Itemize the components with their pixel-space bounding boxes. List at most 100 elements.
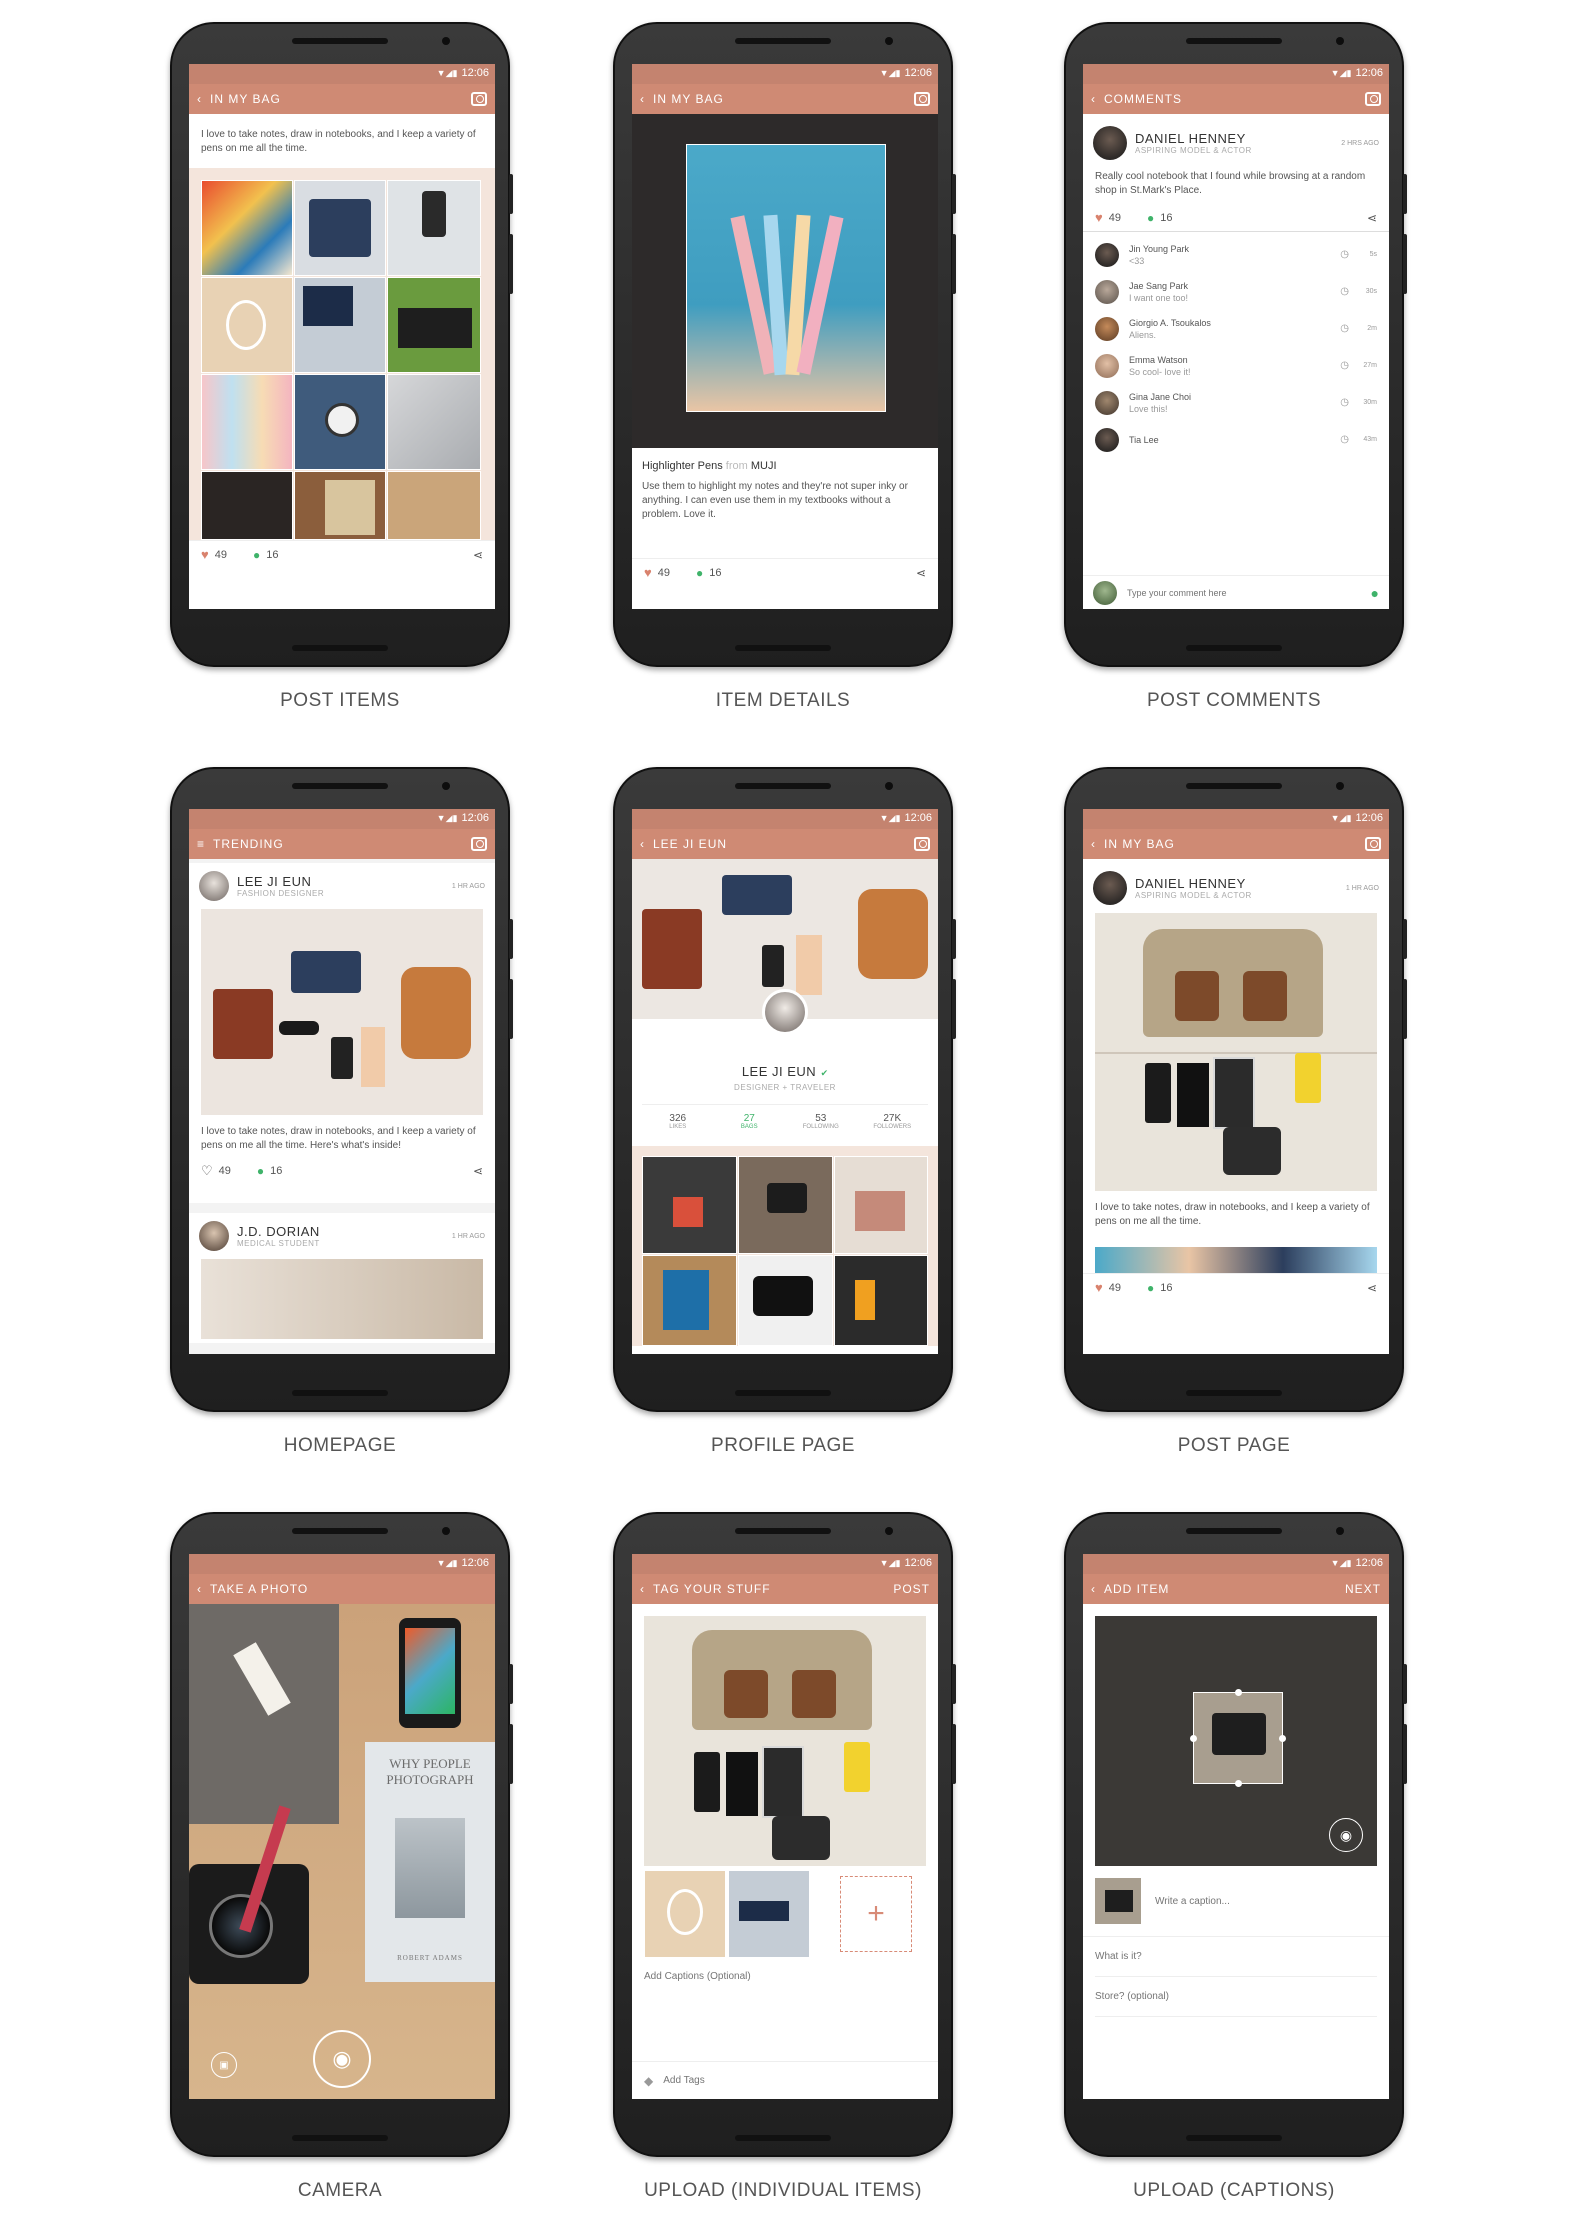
post-author[interactable]: LEE JI EUN FASHION DESIGNER 1 HR AGO: [189, 863, 495, 909]
commenter-name[interactable]: Jae Sang Park: [1129, 280, 1340, 292]
item-tile[interactable]: [387, 374, 481, 470]
bag-tile[interactable]: [834, 1255, 928, 1346]
retake-camera-icon[interactable]: ◉: [1329, 1818, 1363, 1852]
back-icon[interactable]: ‹: [1091, 837, 1096, 851]
stat-followers[interactable]: 27K FOLLOWERS: [857, 1113, 929, 1130]
heart-icon[interactable]: ♥: [1095, 1280, 1103, 1295]
share-icon[interactable]: ⋖: [1367, 1281, 1377, 1295]
post-author[interactable]: J.D. DORIAN MEDICAL STUDENT 1 HR AGO: [189, 1213, 495, 1259]
store-input[interactable]: [1095, 1977, 1377, 2017]
add-item-button[interactable]: +: [840, 1876, 912, 1952]
bag-tile[interactable]: [834, 1156, 928, 1254]
item-tile[interactable]: [294, 277, 386, 373]
item-photo[interactable]: [686, 144, 886, 412]
post-button[interactable]: POST: [893, 1582, 930, 1596]
back-icon[interactable]: ‹: [197, 92, 202, 106]
bag-tile[interactable]: [642, 1255, 737, 1346]
comment-input[interactable]: [1127, 587, 1371, 598]
bag-tile[interactable]: [738, 1255, 833, 1346]
commenter-name[interactable]: Jin Young Park: [1129, 243, 1340, 255]
camera-icon[interactable]: [1365, 92, 1381, 106]
crop-handle[interactable]: [1235, 1780, 1242, 1787]
shutter-button[interactable]: ◉: [313, 2030, 371, 2088]
bag-tile[interactable]: [738, 1156, 833, 1254]
item-tile[interactable]: [201, 374, 293, 470]
stat-bags[interactable]: 27 BAGS: [714, 1113, 786, 1130]
back-icon[interactable]: ‹: [1091, 1582, 1096, 1596]
comment-list[interactable]: Jin Young Park <33 ◷ 5s Jae Sang Park I wan…: [1083, 232, 1389, 522]
stat-following[interactable]: 53 FOLLOWING: [785, 1113, 857, 1130]
back-icon[interactable]: ‹: [640, 837, 645, 851]
share-icon[interactable]: ⋖: [473, 1164, 483, 1178]
item-tile[interactable]: [201, 277, 293, 373]
author-name[interactable]: J.D. DORIAN: [237, 1224, 452, 1239]
camera-viewfinder[interactable]: WHY PEOPLE PHOTOGRAPH ROBERT ADAMS ◉ ▣: [189, 1604, 495, 2099]
post-author[interactable]: DANIEL HENNEY ASPIRING MODEL & ACTOR 1 H…: [1083, 859, 1389, 913]
share-icon[interactable]: ⋖: [473, 548, 483, 562]
item-tile[interactable]: [387, 277, 481, 373]
avatar[interactable]: [199, 871, 229, 901]
author-name[interactable]: DANIEL HENNEY: [1135, 131, 1341, 146]
comment-icon[interactable]: ●: [1147, 211, 1154, 225]
avatar[interactable]: [1093, 871, 1127, 905]
avatar[interactable]: [1093, 126, 1127, 160]
avatar[interactable]: [1095, 390, 1119, 415]
menu-icon[interactable]: ≡: [197, 837, 205, 851]
camera-icon[interactable]: [471, 837, 487, 851]
item-brand[interactable]: MUJI: [751, 460, 777, 472]
camera-icon[interactable]: [471, 92, 487, 106]
caption-input[interactable]: [1155, 1895, 1377, 1907]
item-tile[interactable]: [294, 471, 386, 540]
comment-icon[interactable]: ●: [1147, 1281, 1154, 1295]
commenter-name[interactable]: Gina Jane Choi: [1129, 391, 1340, 403]
crop-photo[interactable]: ◉: [1095, 1616, 1377, 1866]
captions-input[interactable]: [644, 1966, 926, 1986]
profile-avatar[interactable]: [762, 989, 808, 1035]
tags-input[interactable]: [663, 2075, 926, 2086]
avatar[interactable]: [199, 1221, 229, 1251]
author-name[interactable]: LEE JI EUN: [237, 874, 452, 889]
camera-icon[interactable]: [914, 837, 930, 851]
crop-handle[interactable]: [1235, 1689, 1242, 1696]
comment-icon[interactable]: ●: [696, 566, 703, 580]
crop-handle[interactable]: [1279, 1735, 1286, 1742]
comment-icon[interactable]: ●: [253, 548, 260, 562]
back-icon[interactable]: ‹: [197, 1582, 202, 1596]
gallery-icon[interactable]: ▣: [211, 2052, 237, 2078]
post-photo[interactable]: [201, 909, 483, 1115]
camera-icon[interactable]: [1365, 837, 1381, 851]
item-tile[interactable]: [294, 180, 386, 276]
stat-likes[interactable]: 326 LIKES: [642, 1113, 714, 1130]
back-icon[interactable]: ‹: [1091, 92, 1096, 106]
commenter-name[interactable]: Tia Lee: [1129, 434, 1340, 446]
heart-icon[interactable]: ♥: [644, 565, 652, 580]
item-tile[interactable]: [294, 374, 386, 470]
post-photo[interactable]: [1095, 913, 1377, 1191]
avatar[interactable]: [1095, 427, 1119, 452]
heart-icon[interactable]: ♥: [1095, 210, 1103, 225]
bag-tile[interactable]: [642, 1156, 737, 1254]
avatar[interactable]: [1095, 316, 1119, 341]
back-icon[interactable]: ‹: [640, 1582, 645, 1596]
item-thumb[interactable]: [644, 1870, 726, 1958]
heart-icon[interactable]: ♥: [201, 547, 209, 562]
avatar[interactable]: [1095, 279, 1119, 304]
item-tile[interactable]: [201, 471, 293, 540]
camera-icon[interactable]: [914, 92, 930, 106]
commenter-name[interactable]: Emma Watson: [1129, 354, 1340, 366]
what-input[interactable]: [1095, 1937, 1377, 1977]
share-icon[interactable]: ⋖: [1367, 211, 1377, 225]
share-icon[interactable]: ⋖: [916, 566, 926, 580]
avatar[interactable]: [1095, 353, 1119, 378]
next-button[interactable]: NEXT: [1345, 1582, 1381, 1596]
item-tile[interactable]: [387, 471, 481, 540]
item-thumb[interactable]: [728, 1870, 810, 1958]
item-tile[interactable]: [201, 180, 293, 276]
back-icon[interactable]: ‹: [640, 92, 645, 106]
crop-handle[interactable]: [1190, 1735, 1197, 1742]
post-author[interactable]: DANIEL HENNEY ASPIRING MODEL & ACTOR 2 H…: [1083, 114, 1389, 168]
comment-icon[interactable]: ●: [257, 1164, 264, 1178]
item-tile[interactable]: [387, 180, 481, 276]
heart-outline-icon[interactable]: ♡: [201, 1163, 213, 1179]
commenter-name[interactable]: Giorgio A. Tsoukalos: [1129, 317, 1340, 329]
